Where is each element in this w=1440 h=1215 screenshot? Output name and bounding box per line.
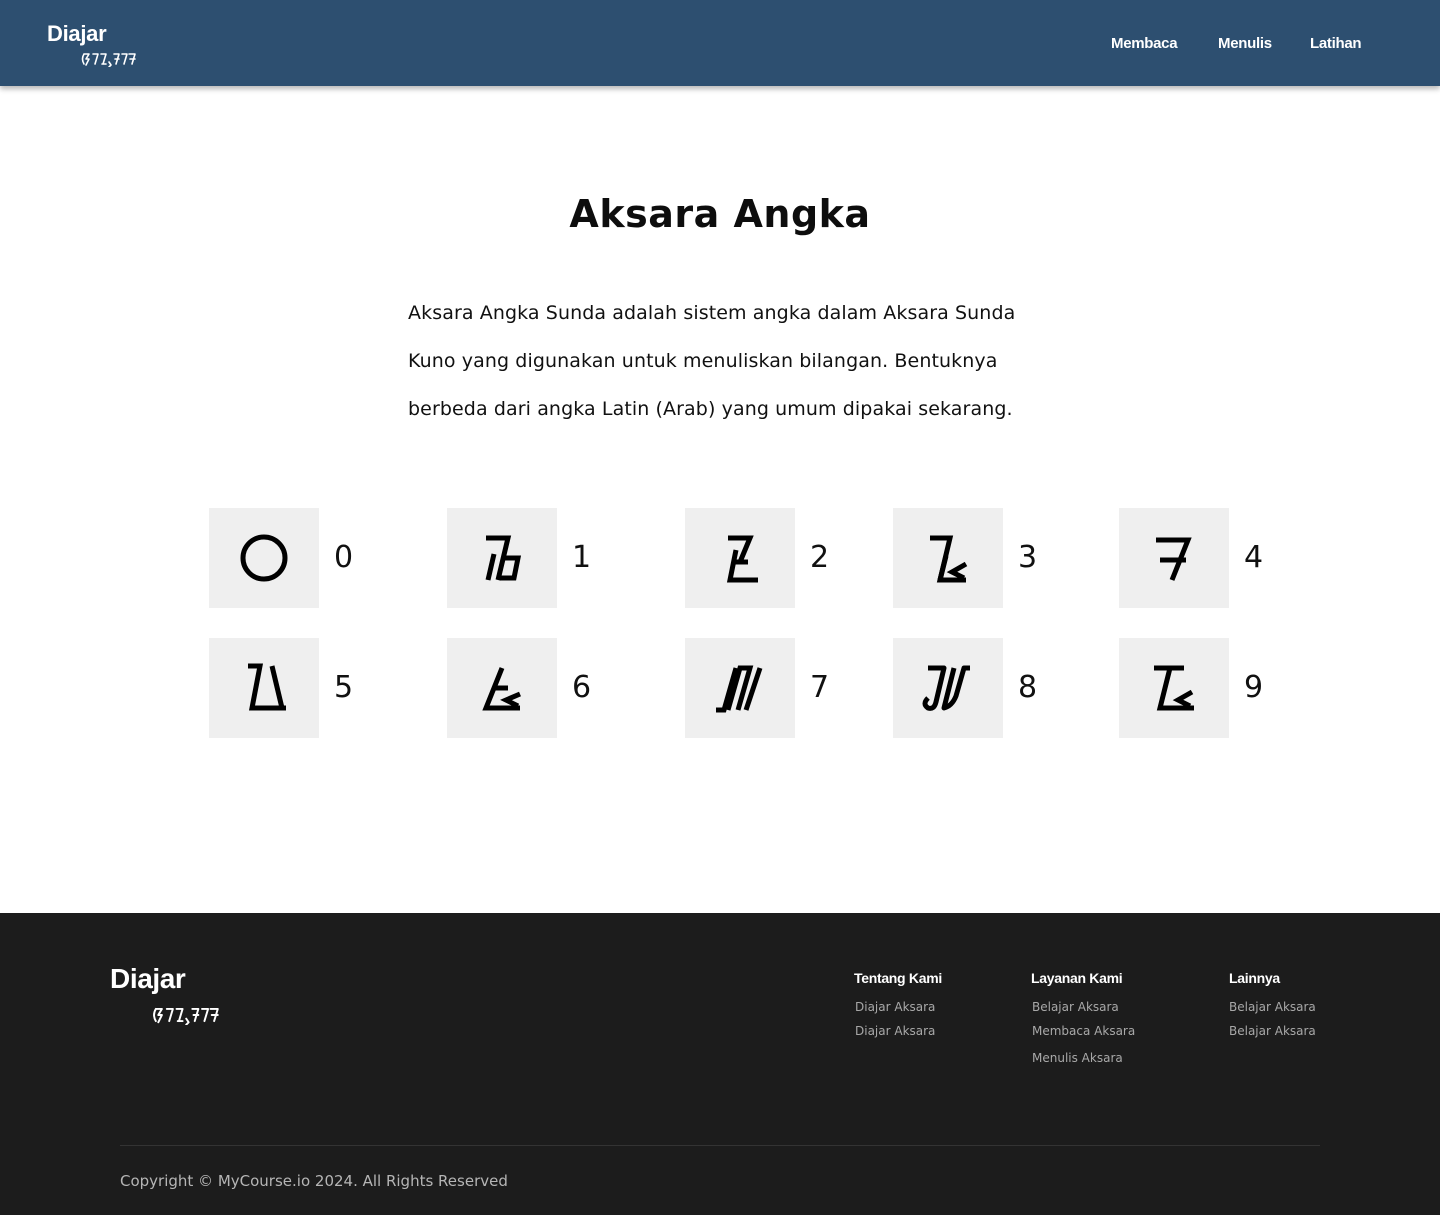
footer-link[interactable]: Membaca Aksara — [1031, 1019, 1135, 1043]
numeral-card: 5 — [209, 638, 379, 738]
footer-column-tentang-kami: Tentang Kami Diajar Aksara Diajar Aksara — [854, 969, 942, 1043]
footer-column-heading: Tentang Kami — [854, 970, 942, 986]
sundanese-digit-5-glyph-icon — [248, 663, 286, 711]
glyph-tile — [209, 638, 319, 738]
site-footer: Diajar Tentang Kami Diajar Aksara Diajar… — [0, 913, 1440, 1215]
sundanese-digit-0-glyph-icon — [240, 534, 288, 582]
glyph-tile — [893, 638, 1003, 738]
footer-link[interactable]: Belajar Aksara — [1229, 995, 1316, 1019]
glyph-tile — [209, 508, 319, 608]
numeral-card: 7 — [685, 638, 855, 738]
numeral-card: 8 — [893, 638, 1063, 738]
numeral-card: 6 — [447, 638, 617, 738]
footer-link[interactable]: Diajar Aksara — [854, 1019, 942, 1043]
numeral-card: 2 — [685, 508, 855, 608]
numeral-card: 1 — [447, 508, 617, 608]
numeral-grid: 0 1 2 3 4 5 6 7 8 9 — [0, 0, 1440, 760]
numeral-card: 9 — [1119, 638, 1289, 738]
footer-link[interactable]: Diajar Aksara — [854, 995, 942, 1019]
digit-label: 6 — [572, 670, 592, 705]
digit-label: 2 — [810, 540, 830, 575]
digit-label: 5 — [334, 670, 354, 705]
footer-link[interactable]: Menulis Aksara — [1031, 1046, 1135, 1070]
digit-label: 8 — [1018, 670, 1038, 705]
footer-column-heading: Layanan Kami — [1031, 970, 1123, 986]
sundanese-script-logo-icon — [153, 1007, 219, 1025]
digit-label: 0 — [334, 540, 354, 575]
digit-label: 3 — [1018, 540, 1038, 575]
sundanese-digit-8-glyph-icon — [922, 665, 970, 711]
sundanese-digit-6-glyph-icon — [482, 667, 521, 711]
sundanese-digit-7-glyph-icon — [716, 665, 763, 713]
footer-brand-logo[interactable]: Diajar — [110, 963, 219, 1025]
footer-copyright: Copyright © MyCourse.io 2024. All Rights… — [120, 1172, 508, 1190]
digit-label: 4 — [1244, 540, 1264, 575]
footer-column-lainnya: Lainnya Belajar Aksara Belajar Aksara — [1229, 969, 1316, 1043]
glyph-tile — [685, 638, 795, 738]
digit-label: 1 — [572, 540, 592, 575]
sundanese-digit-2-glyph-icon — [726, 535, 758, 583]
glyph-tile — [1119, 638, 1229, 738]
sundanese-digit-1-glyph-icon — [485, 535, 522, 581]
glyph-tile — [447, 508, 557, 608]
footer-link[interactable]: Belajar Aksara — [1031, 995, 1135, 1019]
footer-brand-title: Diajar — [110, 963, 186, 994]
glyph-tile — [893, 508, 1003, 608]
sundanese-digit-4-glyph-icon — [1156, 537, 1192, 581]
footer-divider — [120, 1145, 1320, 1146]
digit-label: 7 — [810, 670, 830, 705]
digit-label: 9 — [1244, 670, 1264, 705]
glyph-tile — [447, 638, 557, 738]
sundanese-digit-3-glyph-icon — [930, 535, 968, 583]
footer-link[interactable]: Belajar Aksara — [1229, 1019, 1316, 1043]
glyph-tile — [1119, 508, 1229, 608]
sundanese-digit-9-glyph-icon — [1154, 665, 1194, 711]
numeral-card: 3 — [893, 508, 1063, 608]
numeral-card: 4 — [1119, 508, 1289, 608]
numeral-card: 0 — [209, 508, 379, 608]
footer-column-layanan-kami: Layanan Kami Belajar Aksara Membaca Aksa… — [1031, 969, 1135, 1070]
glyph-tile — [685, 508, 795, 608]
footer-column-heading: Lainnya — [1229, 970, 1280, 986]
